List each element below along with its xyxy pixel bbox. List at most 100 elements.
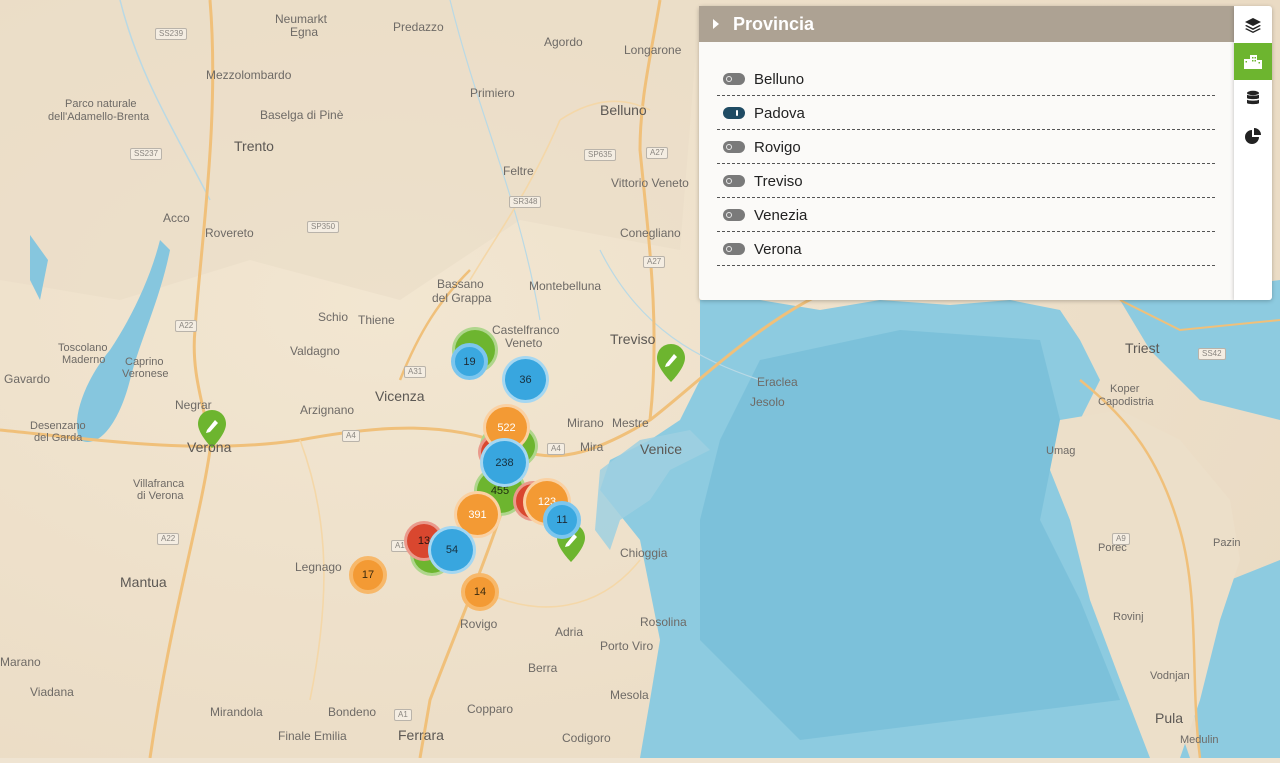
city-label: di Verona	[137, 490, 184, 502]
city-label: Primiero	[470, 86, 515, 100]
road-shield: SP350	[307, 221, 340, 233]
city-label: Bondeno	[328, 705, 377, 719]
city-label: Codigoro	[562, 731, 611, 745]
city-label: Baselga di Pinè	[260, 108, 344, 122]
road-shield: SR348	[509, 196, 542, 208]
toggle-switch[interactable]	[723, 141, 745, 153]
map-cluster[interactable]: 238	[480, 438, 529, 487]
database-button[interactable]	[1234, 80, 1272, 117]
city-label: del Garda	[34, 432, 83, 444]
city-label: Negrar	[175, 398, 212, 412]
road-shield: A9	[1112, 533, 1130, 545]
buildings-icon	[1244, 54, 1262, 69]
map-cluster[interactable]: 19	[451, 343, 488, 380]
map-cluster[interactable]: 11	[543, 501, 581, 539]
map-cluster[interactable]: 17	[349, 556, 387, 594]
province-item-belluno[interactable]: Belluno	[717, 63, 1215, 96]
city-label: Rovigo	[460, 617, 498, 631]
road-shield: A31	[404, 366, 427, 378]
city-label: Pula	[1155, 710, 1184, 726]
road-shield: SS42	[1198, 348, 1226, 360]
province-item-treviso[interactable]: Treviso	[717, 165, 1215, 198]
road-shield: SP635	[584, 149, 617, 161]
city-label: Verona	[187, 439, 232, 455]
province-label: Padova	[754, 104, 805, 122]
map-cluster[interactable]: 14	[461, 573, 499, 611]
city-label: Venice	[640, 441, 683, 457]
toggle-switch[interactable]	[723, 175, 745, 187]
road-shield: A4	[342, 430, 360, 442]
toggle-switch[interactable]	[723, 73, 745, 85]
city-label: Umag	[1046, 445, 1076, 457]
city-label: dell'Adamello-Brenta	[48, 111, 150, 123]
city-label: Porto Viro	[600, 639, 654, 653]
province-label: Venezia	[754, 206, 808, 224]
city-label: Treviso	[610, 331, 656, 347]
province-item-verona[interactable]: Verona	[717, 233, 1215, 266]
road-shield: A22	[157, 533, 180, 545]
toggle-switch[interactable]	[723, 107, 745, 119]
city-label: Triest	[1125, 340, 1160, 356]
layers-button[interactable]	[1234, 6, 1272, 43]
city-label: Conegliano	[620, 226, 681, 240]
province-list: Belluno Padova Rovigo Treviso Venezia Ve…	[717, 63, 1215, 267]
city-label: Copparo	[467, 702, 514, 716]
city-label: Parco naturale	[65, 98, 137, 110]
city-label: Desenzano	[30, 420, 86, 432]
city-label: Legnago	[295, 560, 342, 574]
province-item-rovigo[interactable]: Rovigo	[717, 131, 1215, 164]
city-label: del Grappa	[432, 291, 492, 305]
side-toolbar	[1234, 6, 1272, 300]
city-label: Arzignano	[300, 403, 355, 417]
city-label: Mezzolombardo	[206, 68, 292, 82]
map-cluster[interactable]: 54	[428, 526, 476, 574]
city-label: Mantua	[120, 574, 167, 590]
city-label: Trento	[234, 138, 274, 154]
layers-icon	[1245, 17, 1261, 33]
city-label: Bassano	[437, 277, 484, 291]
city-label: Koper	[1110, 383, 1140, 395]
toggle-switch[interactable]	[723, 243, 745, 255]
road-shield: A1	[394, 709, 412, 721]
map-cluster[interactable]: 36	[502, 356, 549, 403]
city-label: Viadana	[30, 685, 74, 699]
database-icon	[1247, 90, 1259, 104]
city-label: Maderno	[62, 354, 106, 366]
buildings-button[interactable]	[1234, 43, 1272, 80]
province-label: Treviso	[754, 172, 803, 190]
province-label: Rovigo	[754, 138, 801, 156]
city-label: Gavardo	[4, 372, 51, 386]
road-shield: A22	[175, 320, 198, 332]
province-label: Verona	[754, 240, 802, 258]
city-label: Ferrara	[398, 727, 444, 743]
city-label: Medulin	[1180, 734, 1219, 746]
city-label: Marano	[0, 655, 41, 669]
city-label: Neumarkt	[275, 12, 328, 26]
city-label: Mesola	[610, 688, 649, 702]
caret-right-icon[interactable]	[713, 19, 719, 29]
road-shield: SS237	[130, 148, 163, 160]
city-label: Jesolo	[750, 395, 785, 409]
toggle-switch[interactable]	[723, 209, 745, 221]
city-label: Veneto	[505, 336, 543, 350]
city-label: Belluno	[600, 102, 647, 118]
province-item-venezia[interactable]: Venezia	[717, 199, 1215, 232]
city-label: Pazin	[1213, 537, 1241, 549]
city-label: Caprino	[125, 356, 164, 368]
city-label: Finale Emilia	[278, 729, 347, 743]
city-label: Feltre	[503, 164, 534, 178]
city-label: Villafranca	[133, 478, 185, 490]
province-filter-panel: Provincia Belluno Padova Rovigo Treviso …	[699, 6, 1234, 300]
road-shield: A4	[547, 443, 565, 455]
city-label: Predazzo	[393, 20, 444, 34]
panel-header[interactable]: Provincia	[699, 6, 1234, 42]
chart-button[interactable]	[1234, 117, 1272, 154]
city-label: Rovereto	[205, 226, 254, 240]
province-item-padova[interactable]: Padova	[717, 97, 1215, 130]
province-label: Belluno	[754, 70, 805, 88]
city-label: Valdagno	[290, 344, 340, 358]
city-label: Vodnjan	[1150, 670, 1190, 682]
city-label: Agordo	[544, 35, 583, 49]
pie-chart-icon	[1245, 127, 1261, 144]
road-shield: A27	[643, 256, 666, 268]
